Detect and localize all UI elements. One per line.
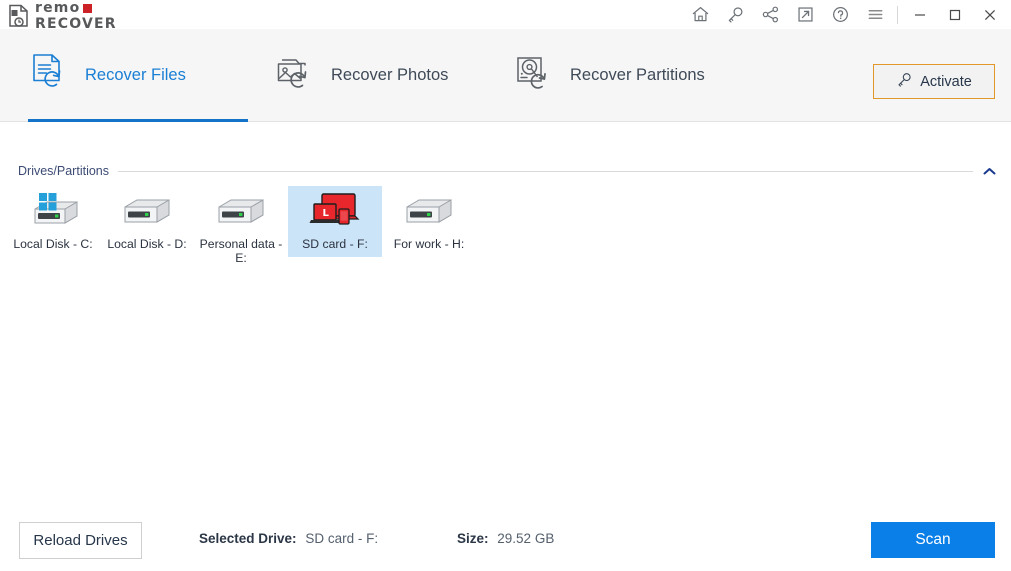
media-device-icon: L — [302, 190, 368, 232]
home-icon[interactable] — [683, 0, 718, 29]
share-icon[interactable] — [753, 0, 788, 29]
drive-size-status: Size: 29.52 GB — [457, 531, 554, 546]
svg-text:L: L — [323, 208, 330, 219]
drives-section-header: Drives/Partitions — [18, 163, 996, 179]
external-link-icon[interactable] — [788, 0, 823, 29]
key-icon[interactable] — [718, 0, 753, 29]
size-value: 29.52 GB — [497, 531, 555, 546]
chevron-up-icon[interactable] — [982, 164, 996, 178]
drive-icon — [396, 190, 462, 232]
remo-logo-icon — [8, 4, 30, 28]
size-label: Size: — [457, 531, 489, 546]
minimize-button[interactable] — [902, 0, 937, 29]
selected-drive-status: Selected Drive: SD card - F: — [199, 531, 378, 546]
footer-bar: Reload Drives Selected Drive: SD card - … — [0, 520, 1011, 560]
tab-recover-files[interactable]: Recover Files — [28, 29, 186, 121]
logo-square-accent — [83, 3, 93, 13]
drive-label: Local Disk - D: — [107, 237, 187, 251]
drives-list: Local Disk - C: Local Disk - D: Personal… — [6, 186, 476, 271]
activate-button[interactable]: Activate — [873, 64, 995, 99]
title-bar-divider — [897, 5, 898, 24]
logo-text-primary: remo — [35, 0, 81, 16]
drive-item-c[interactable]: Local Disk - C: — [6, 186, 100, 257]
active-tab-indicator — [28, 119, 248, 122]
menu-icon[interactable] — [858, 0, 893, 29]
system-drive-icon — [20, 190, 86, 232]
app-logo: remo RECOVER — [8, 1, 117, 31]
title-bar: remo RECOVER — [0, 0, 1011, 31]
maximize-button[interactable] — [937, 0, 972, 29]
drive-label: Local Disk - C: — [13, 237, 93, 251]
close-button[interactable] — [972, 0, 1007, 29]
drive-icon — [208, 190, 274, 232]
tab-label: Recover Files — [85, 65, 186, 84]
drive-label: SD card - F: — [302, 237, 368, 251]
tab-label: Recover Photos — [331, 65, 449, 84]
title-bar-actions — [683, 0, 1007, 29]
help-icon[interactable] — [823, 0, 858, 29]
section-divider — [118, 170, 973, 172]
drive-item-f[interactable]: L SD card - F: — [288, 186, 382, 257]
drive-item-d[interactable]: Local Disk - D: — [100, 186, 194, 257]
reload-drives-button[interactable]: Reload Drives — [19, 522, 142, 559]
tab-label: Recover Partitions — [570, 65, 705, 84]
selected-drive-label: Selected Drive: — [199, 531, 297, 546]
tab-recover-photos[interactable]: Recover Photos — [274, 29, 448, 121]
drive-icon — [114, 190, 180, 232]
recover-photos-icon — [274, 52, 318, 99]
selected-drive-value: SD card - F: — [305, 531, 379, 546]
recover-files-icon — [28, 52, 72, 99]
recover-partitions-icon — [513, 52, 557, 99]
tab-bar: Recover Files Recover Photos Recover Par… — [0, 29, 1011, 122]
key-icon — [896, 71, 913, 92]
drive-label: Personal data - E: — [199, 237, 283, 265]
drive-item-h[interactable]: For work - H: — [382, 186, 476, 257]
drive-label: For work - H: — [393, 237, 465, 251]
reload-drives-label: Reload Drives — [33, 532, 128, 549]
drive-item-e[interactable]: Personal data - E: — [194, 186, 288, 271]
scan-label: Scan — [915, 531, 951, 548]
tab-recover-partitions[interactable]: Recover Partitions — [513, 29, 705, 121]
drives-section-title: Drives/Partitions — [18, 164, 109, 178]
activate-label: Activate — [920, 73, 972, 90]
scan-button[interactable]: Scan — [871, 522, 995, 558]
